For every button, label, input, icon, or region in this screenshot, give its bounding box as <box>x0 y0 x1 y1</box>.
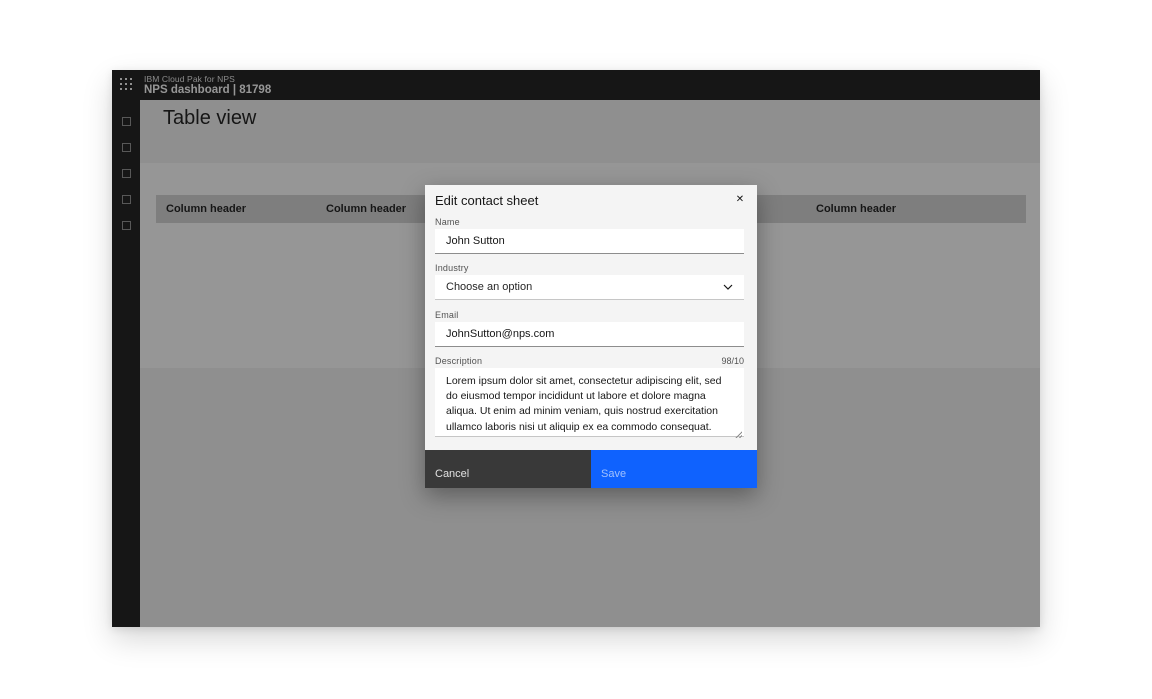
modal-title: Edit contact sheet <box>435 193 538 208</box>
edit-contact-modal: Edit contact sheet ✕ Name Industry Choos… <box>425 185 757 488</box>
name-label: Name <box>435 217 460 227</box>
char-counter: 98/10 <box>721 356 744 366</box>
description-textarea[interactable]: Lorem ipsum dolor sit amet, consectetur … <box>435 368 744 437</box>
industry-label: Industry <box>435 263 469 273</box>
modal-footer: Cancel Save <box>425 450 757 488</box>
email-label: Email <box>435 310 459 320</box>
chevron-down-icon <box>723 284 733 290</box>
name-input[interactable] <box>435 229 744 254</box>
save-button[interactable]: Save <box>591 450 757 488</box>
industry-select[interactable]: Choose an option <box>435 275 744 300</box>
app-window: IBM Cloud Pak for NPS NPS dashboard | 81… <box>112 70 1040 627</box>
cancel-button[interactable]: Cancel <box>425 450 591 488</box>
close-icon[interactable]: ✕ <box>731 191 749 209</box>
description-label: Description <box>435 356 482 366</box>
email-input[interactable] <box>435 322 744 347</box>
industry-selected-value: Choose an option <box>446 281 532 293</box>
